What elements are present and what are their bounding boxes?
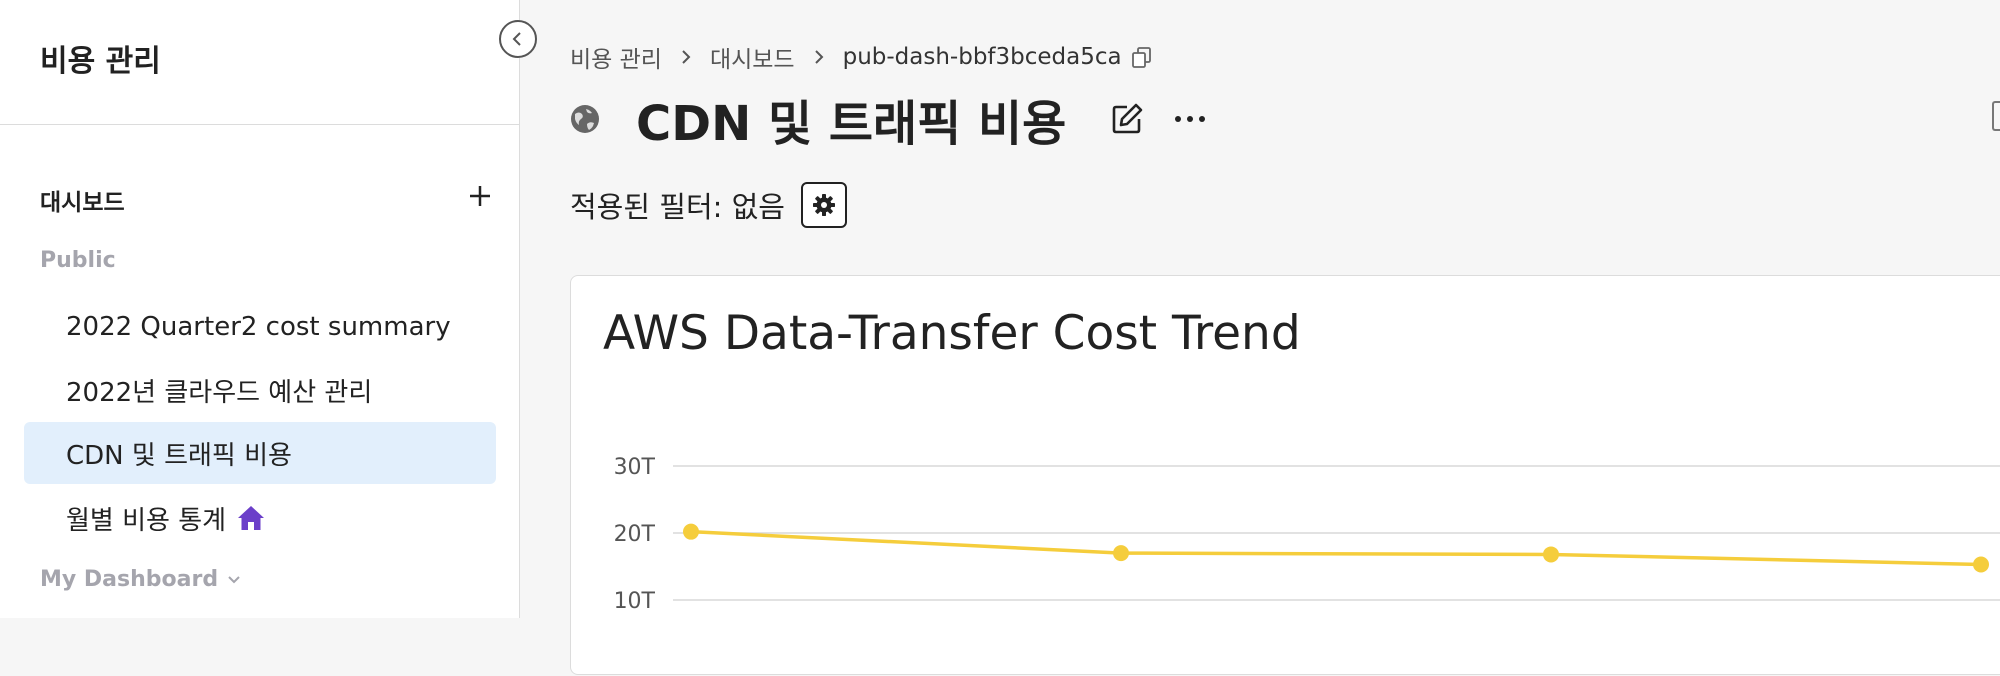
my-dashboard-toggle[interactable]: My Dashboard xyxy=(40,567,242,592)
y-tick-label: 20T xyxy=(614,522,656,547)
sidebar-item-label: 2022 Quarter2 cost summary xyxy=(66,312,451,342)
chart-widget: AWS Data-Transfer Cost Trend 30T 20T 10T xyxy=(570,275,2000,675)
more-options-icon[interactable] xyxy=(1174,113,1206,125)
title-row: CDN 및 트래픽 비용 xyxy=(570,84,1206,154)
sidebar-item-monthly-cost-stats[interactable]: 월별 비용 통계 xyxy=(24,487,496,549)
copy-icon[interactable] xyxy=(1130,45,1154,69)
filter-row: 적용된 필터: 없음 xyxy=(570,182,847,228)
sidebar-item-2022-quarter2-cost-summary[interactable]: 2022 Quarter2 cost summary xyxy=(24,296,496,358)
gear-icon xyxy=(812,194,835,216)
breadcrumb: 비용 관리 대시보드 pub-dash-bbf3bceda5ca xyxy=(570,40,1154,74)
add-dashboard-button[interactable] xyxy=(466,182,494,210)
sidebar-item-2022-cloud-budget[interactable]: 2022년 클라우드 예산 관리 xyxy=(24,359,496,421)
applied-filter-label: 적용된 필터: 없음 xyxy=(570,190,785,224)
home-icon xyxy=(236,504,266,532)
my-dashboard-label: My Dashboard xyxy=(40,567,219,592)
sidebar-divider xyxy=(0,124,520,125)
chevron-right-icon xyxy=(813,49,825,65)
data-point[interactable] xyxy=(1973,556,1989,573)
chevron-down-icon xyxy=(228,575,240,583)
y-tick-label: 30T xyxy=(614,455,656,480)
series-line xyxy=(690,529,1982,567)
chevron-left-icon xyxy=(512,32,521,46)
edit-icon[interactable] xyxy=(1110,102,1144,136)
page-title: CDN 및 트래픽 비용 xyxy=(636,96,1067,152)
sidebar: 비용 관리 대시보드 Public 2022 Quarter2 cost sum… xyxy=(0,0,520,618)
line-chart: 30T 20T 10T xyxy=(614,455,2000,614)
share-icon[interactable] xyxy=(1992,101,2000,131)
globe-icon xyxy=(570,104,600,134)
collapse-sidebar-button[interactable] xyxy=(499,20,537,58)
breadcrumb-dashboard-id: pub-dash-bbf3bceda5ca xyxy=(842,44,1122,70)
sidebar-item-label: 2022년 클라우드 예산 관리 xyxy=(66,377,373,408)
sidebar-item-cdn-traffic-cost[interactable]: CDN 및 트래픽 비용 xyxy=(24,422,496,484)
data-point[interactable] xyxy=(683,523,699,540)
y-tick-label: 10T xyxy=(614,589,656,614)
filter-settings-button[interactable] xyxy=(800,182,847,228)
public-group-label: Public xyxy=(40,248,116,273)
dashboard-section-heading: 대시보드 xyxy=(40,190,125,216)
data-point[interactable] xyxy=(1543,546,1559,563)
breadcrumb-cost-management[interactable]: 비용 관리 xyxy=(570,40,662,74)
data-point[interactable] xyxy=(1113,545,1129,562)
main-content: 비용 관리 대시보드 pub-dash-bbf3bceda5ca CDN 및 트… xyxy=(521,0,2000,675)
plus-icon xyxy=(470,186,490,206)
sidebar-item-label: CDN 및 트래픽 비용 xyxy=(66,440,292,471)
sidebar-title: 비용 관리 xyxy=(40,44,161,79)
breadcrumb-dashboard[interactable]: 대시보드 xyxy=(710,40,795,74)
chevron-right-icon xyxy=(680,49,692,65)
sidebar-item-label: 월별 비용 통계 xyxy=(66,505,227,536)
